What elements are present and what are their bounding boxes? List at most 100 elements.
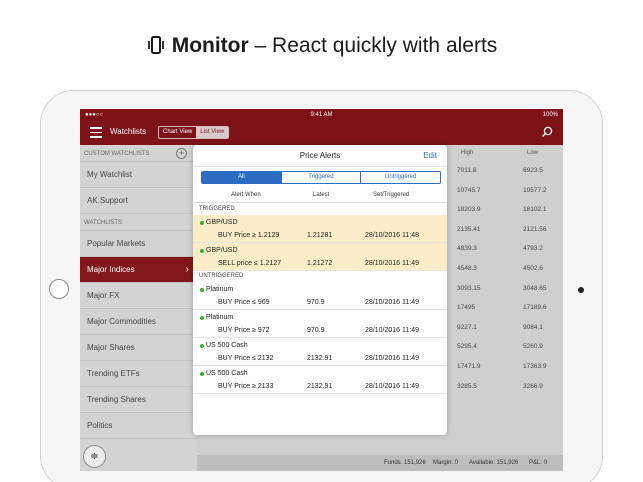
price-alerts-dialog: Price Alerts Edit All Triggered Untrigge… xyxy=(193,145,447,435)
chart-view-button[interactable]: Chart View xyxy=(159,127,196,138)
col-latest: Latest xyxy=(313,192,330,198)
watchlists-label: WATCHLISTS xyxy=(84,220,123,226)
sidebar-item-major-shares[interactable]: Major Shares xyxy=(80,335,197,361)
account-footer: Funds: 151,926 Margin: 0 Available: 151,… xyxy=(197,455,563,471)
sidebar-item-popular-markets[interactable]: Popular Markets xyxy=(80,231,197,257)
alert-row[interactable]: Platinum BUY Price ≥ 972 970.9 28/10/2016 1… xyxy=(193,310,447,338)
status-bar: ●●●○○ 9:41 AM 100% xyxy=(80,109,563,121)
cell-high: 5295.4 xyxy=(457,343,477,351)
hamburger-menu-icon[interactable] xyxy=(90,127,102,138)
filter-button[interactable]: ≑ xyxy=(83,445,106,468)
alert-latest: 2132.91 xyxy=(307,355,333,362)
cell-low: 3048.65 xyxy=(523,284,547,292)
headline-rest: – React quickly with alerts xyxy=(254,34,498,57)
home-button xyxy=(49,279,69,299)
cell-high: 10745.7 xyxy=(457,186,481,194)
alert-set-time: 28/10/2016 11:49 xyxy=(365,355,419,362)
alert-market: Platinum xyxy=(206,314,234,321)
cell-high: 3093.15 xyxy=(457,284,481,292)
dialog-title: Price Alerts xyxy=(299,151,341,160)
cell-high: 17471.9 xyxy=(457,363,481,370)
sidebar-item-ak-support[interactable]: AK.Support xyxy=(80,188,197,214)
status-dot-icon xyxy=(200,249,204,253)
alert-row[interactable]: GBP/USD BUY Price ≥ 1.2129 1.21281 28/10/20… xyxy=(193,215,447,243)
cell-low: 2121.56 xyxy=(523,225,547,233)
alert-market: US 500 Cash xyxy=(206,370,248,377)
sidebar-item-major-fx[interactable]: Major FX xyxy=(80,283,197,309)
alert-condition: BUY Price ≤ 969 xyxy=(218,299,270,306)
section-triggered: TRIGGERED xyxy=(199,206,235,212)
alert-row[interactable]: GBP/USD SELL price ≤ 1.2127 1.21272 28/10/2… xyxy=(193,243,447,271)
alert-market: Platinum xyxy=(206,286,234,293)
app-screen: ●●●○○ 9:41 AM 100% Watchlists Chart View… xyxy=(80,109,563,471)
col-alert-when: Alert When xyxy=(231,192,261,198)
add-watchlist-icon[interactable]: + xyxy=(176,148,187,159)
vibrating-phone-icon xyxy=(147,36,164,54)
cell-low: 18102.1 xyxy=(523,206,547,214)
custom-watchlists-header: CUSTOM WATCHLISTS + xyxy=(80,145,197,162)
footer-pl: P&L: 0 xyxy=(529,460,548,466)
alert-set-time: 28/10/2016 11:49 xyxy=(365,299,419,306)
sidebar-item-trending-shares[interactable]: Trending Shares xyxy=(80,387,197,413)
col-high: High xyxy=(461,150,474,156)
alert-condition: BUY Price ≤ 2132 xyxy=(218,355,274,362)
search-icon[interactable] xyxy=(541,126,553,138)
section-untriggered: UNTRIGGERED xyxy=(199,273,244,279)
tab-triggered[interactable]: Triggered xyxy=(280,172,361,183)
footer-available: Available: 151,926 xyxy=(469,460,519,466)
alert-latest: 970.9 xyxy=(307,327,325,334)
alert-latest: 1.21272 xyxy=(307,260,333,267)
alert-set-time: 28/10/2016 11:49 xyxy=(365,260,419,267)
alert-row[interactable]: US 500 Cash BUY Price ≤ 2132 2132.91 28/10/… xyxy=(193,338,447,366)
cell-high: 7011.8 xyxy=(457,167,477,174)
headline-bold: Monitor xyxy=(171,34,249,57)
watchlist-sidebar: CUSTOM WATCHLISTS + My Watchlist AK.Supp… xyxy=(80,145,197,471)
footer-funds: Funds: 151,926 xyxy=(384,460,426,466)
sidebar-item-trending-etfs[interactable]: Trending ETFs xyxy=(80,361,197,387)
alert-market: GBP/USD xyxy=(206,247,238,254)
alert-row[interactable]: Platinum BUY Price ≤ 969 970.9 28/10/2016 1… xyxy=(193,282,447,310)
cell-low: 17363.9 xyxy=(523,363,547,370)
alert-latest: 970.9 xyxy=(307,299,325,306)
sidebar-item-major-indices[interactable]: Major Indices › xyxy=(80,257,197,283)
status-dot-icon xyxy=(200,288,204,292)
alert-set-time: 28/10/2016 11:49 xyxy=(365,327,419,334)
alert-latest: 1.21281 xyxy=(307,232,333,239)
tab-untriggered[interactable]: Untriggered xyxy=(360,172,440,183)
cell-low: 4502.6 xyxy=(523,265,543,272)
alert-market: GBP/USD xyxy=(206,219,238,226)
edit-button[interactable]: Edit xyxy=(423,151,437,160)
table-header: High Low xyxy=(441,145,563,160)
sidebar-item-politics[interactable]: Politics xyxy=(80,413,197,439)
nav-title: Watchlists xyxy=(110,127,147,136)
list-view-button[interactable]: List View xyxy=(196,127,229,138)
alerts-column-header: Alert When Latest Set/Triggered xyxy=(193,187,447,203)
alert-condition: SELL price ≤ 1.2127 xyxy=(218,260,282,267)
cell-low: 17189.6 xyxy=(523,304,547,312)
sidebar-item-major-commodities[interactable]: Major Commodities xyxy=(80,309,197,335)
cell-low: 5260.9 xyxy=(523,343,543,351)
alert-filter-tabs: All Triggered Untriggered xyxy=(201,171,441,184)
status-dot-icon xyxy=(200,372,204,376)
footer-margin: Margin: 0 xyxy=(433,460,459,466)
cell-high: 3285.5 xyxy=(457,382,477,390)
custom-watchlists-label: CUSTOM WATCHLISTS xyxy=(84,151,150,157)
cell-high: 18203.9 xyxy=(457,206,481,214)
tab-all[interactable]: All xyxy=(202,172,281,183)
cell-high: 4548.3 xyxy=(457,265,477,272)
cell-low: 6923.5 xyxy=(523,167,543,174)
status-time: 9:41 AM xyxy=(310,112,333,118)
alert-latest: 2132.91 xyxy=(307,383,333,390)
alert-condition: BUY Price ≥ 972 xyxy=(218,327,270,334)
filter-icon: ≑ xyxy=(90,451,99,462)
alert-set-time: 28/10/2016 11:49 xyxy=(365,383,419,390)
cell-high: 4839.3 xyxy=(457,245,477,253)
sidebar-item-label: Major Indices xyxy=(87,265,135,274)
watchlists-header: WATCHLISTS xyxy=(80,214,197,231)
sidebar-item-my-watchlist[interactable]: My Watchlist xyxy=(80,162,197,188)
alert-condition: BUY Price ≥ 2133 xyxy=(218,383,274,390)
alert-set-time: 28/10/2016 11:48 xyxy=(365,232,419,239)
alert-row[interactable]: US 500 Cash BUY Price ≥ 2133 2132.91 28/10/… xyxy=(193,366,447,394)
col-low: Low xyxy=(527,150,539,156)
cell-high: 2135.41 xyxy=(457,225,481,233)
